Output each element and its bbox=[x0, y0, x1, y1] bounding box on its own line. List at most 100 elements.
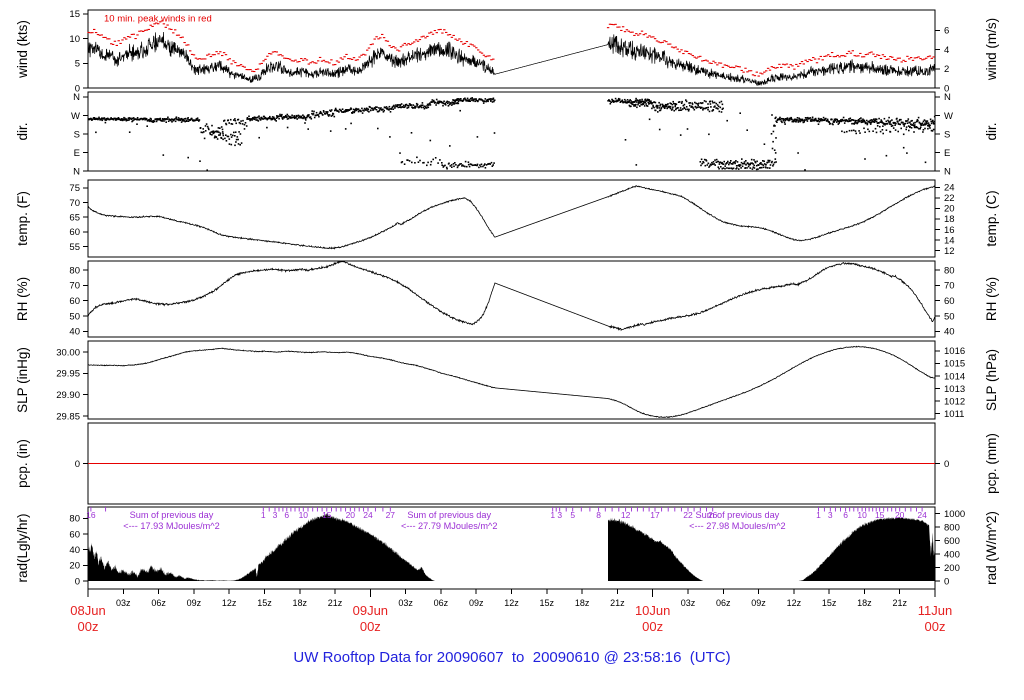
svg-text:5: 5 bbox=[570, 510, 575, 520]
svg-text:N: N bbox=[73, 92, 80, 103]
svg-text:80: 80 bbox=[69, 265, 80, 276]
rad-mj-annotations: 16 Sum of previous day<--- 17.93 MJoules/… bbox=[86, 507, 927, 531]
series-rh bbox=[87, 260, 936, 332]
svg-text:1014: 1014 bbox=[944, 371, 965, 382]
svg-text:3: 3 bbox=[828, 510, 833, 520]
svg-text:22: 22 bbox=[944, 193, 955, 204]
left-axis-title-rh: RH (%) bbox=[15, 277, 30, 321]
svg-text:E: E bbox=[74, 148, 80, 159]
svg-text:22: 22 bbox=[683, 510, 693, 520]
svg-text:15z: 15z bbox=[540, 598, 555, 608]
svg-text:0: 0 bbox=[75, 459, 80, 470]
svg-text:30.00: 30.00 bbox=[56, 347, 80, 358]
svg-text:60: 60 bbox=[69, 227, 80, 238]
right-axis-title-rad: rad (W/m^2) bbox=[984, 511, 999, 585]
svg-text:70: 70 bbox=[69, 198, 80, 209]
figure-title: UW Rooftop Data for 20090607 to 20090610… bbox=[293, 649, 730, 666]
svg-text:15z: 15z bbox=[257, 598, 272, 608]
svg-text:600: 600 bbox=[944, 536, 960, 547]
svg-text:0: 0 bbox=[944, 459, 949, 470]
svg-text:00z: 00z bbox=[925, 619, 946, 634]
svg-text:1: 1 bbox=[816, 510, 821, 520]
svg-text:18z: 18z bbox=[575, 598, 590, 608]
svg-text:06z: 06z bbox=[434, 598, 449, 608]
left-axis-title-pcp: pcp. (in) bbox=[15, 439, 30, 488]
svg-text:3: 3 bbox=[273, 510, 278, 520]
panel-frame-temp bbox=[87, 179, 936, 258]
svg-text:3: 3 bbox=[557, 510, 562, 520]
svg-text:14: 14 bbox=[944, 235, 955, 246]
svg-text:50: 50 bbox=[69, 311, 80, 322]
svg-text:2: 2 bbox=[944, 64, 949, 75]
panel-frames bbox=[87, 9, 936, 590]
svg-text:N: N bbox=[73, 166, 80, 177]
svg-text:5: 5 bbox=[75, 59, 80, 70]
svg-text:S: S bbox=[944, 129, 950, 140]
svg-text:70: 70 bbox=[69, 281, 80, 292]
right-axis-title-pcp: pcp. (mm) bbox=[984, 433, 999, 494]
left-axis-title-dir: dir. bbox=[15, 122, 30, 140]
right-axis-title-slp: SLP (hPa) bbox=[984, 349, 999, 411]
svg-text:1012: 1012 bbox=[944, 396, 965, 407]
svg-text:50: 50 bbox=[944, 311, 955, 322]
svg-text:70: 70 bbox=[944, 281, 955, 292]
svg-text:29.95: 29.95 bbox=[56, 369, 80, 380]
svg-text:55: 55 bbox=[69, 242, 80, 253]
svg-text:15z: 15z bbox=[822, 598, 837, 608]
left-axis-title-slp: SLP (inHg) bbox=[15, 347, 30, 413]
svg-text:17: 17 bbox=[650, 510, 660, 520]
svg-text:4: 4 bbox=[944, 45, 949, 56]
right-axis-title-temp: temp. (C) bbox=[984, 190, 999, 246]
series-slp bbox=[87, 345, 936, 419]
svg-text:00z: 00z bbox=[360, 619, 381, 634]
svg-text:18z: 18z bbox=[857, 598, 872, 608]
svg-text:<--- 17.93 MJoules/m^2: <--- 17.93 MJoules/m^2 bbox=[123, 521, 219, 531]
svg-text:60: 60 bbox=[944, 296, 955, 307]
svg-text:800: 800 bbox=[944, 522, 960, 533]
svg-text:09z: 09z bbox=[751, 598, 766, 608]
svg-text:12z: 12z bbox=[504, 598, 519, 608]
svg-text:12z: 12z bbox=[222, 598, 237, 608]
series-temp bbox=[87, 185, 936, 250]
svg-text:60: 60 bbox=[69, 529, 80, 540]
svg-text:24: 24 bbox=[363, 510, 373, 520]
left-axis-title-wind: wind (kts) bbox=[15, 20, 30, 79]
svg-text:80: 80 bbox=[944, 265, 955, 276]
svg-text:09z: 09z bbox=[187, 598, 202, 608]
svg-text:20: 20 bbox=[69, 561, 80, 572]
y-axes: 0510150246NWSENNWSEN55606570751214161820… bbox=[56, 9, 965, 587]
svg-text:6: 6 bbox=[284, 510, 289, 520]
svg-text:15: 15 bbox=[69, 9, 80, 20]
svg-text:24: 24 bbox=[944, 183, 955, 194]
svg-text:40: 40 bbox=[69, 327, 80, 338]
svg-text:6: 6 bbox=[944, 26, 949, 37]
svg-text:1: 1 bbox=[261, 510, 266, 520]
svg-text:20: 20 bbox=[895, 510, 905, 520]
series-wind bbox=[87, 31, 936, 86]
svg-text:8: 8 bbox=[596, 510, 601, 520]
svg-text:Sum of previous day: Sum of previous day bbox=[407, 510, 491, 520]
svg-text:<--- 27.98 MJoules/m^2: <--- 27.98 MJoules/m^2 bbox=[689, 521, 785, 531]
svg-text:E: E bbox=[944, 148, 950, 159]
day-label: 08Jun bbox=[70, 603, 105, 618]
svg-text:09z: 09z bbox=[469, 598, 484, 608]
svg-text:15: 15 bbox=[322, 510, 332, 520]
svg-text:1016: 1016 bbox=[944, 346, 965, 357]
svg-text:00z: 00z bbox=[642, 619, 663, 634]
svg-text:75: 75 bbox=[69, 183, 80, 194]
svg-text:S: S bbox=[74, 129, 80, 140]
svg-text:65: 65 bbox=[69, 212, 80, 223]
svg-text:Sum of previous day: Sum of previous day bbox=[130, 510, 214, 520]
svg-text:20: 20 bbox=[346, 510, 356, 520]
svg-text:18: 18 bbox=[944, 214, 955, 225]
svg-text:18z: 18z bbox=[292, 598, 307, 608]
svg-text:16: 16 bbox=[86, 510, 96, 520]
day-label: 11Jun bbox=[918, 603, 952, 618]
svg-text:<--- 27.79 MJoules/m^2: <--- 27.79 MJoules/m^2 bbox=[401, 521, 497, 531]
svg-text:06z: 06z bbox=[716, 598, 731, 608]
svg-text:10: 10 bbox=[299, 510, 309, 520]
svg-text:1000: 1000 bbox=[944, 509, 965, 520]
svg-text:6: 6 bbox=[843, 510, 848, 520]
svg-text:00z: 00z bbox=[78, 619, 99, 634]
svg-text:200: 200 bbox=[944, 563, 960, 574]
